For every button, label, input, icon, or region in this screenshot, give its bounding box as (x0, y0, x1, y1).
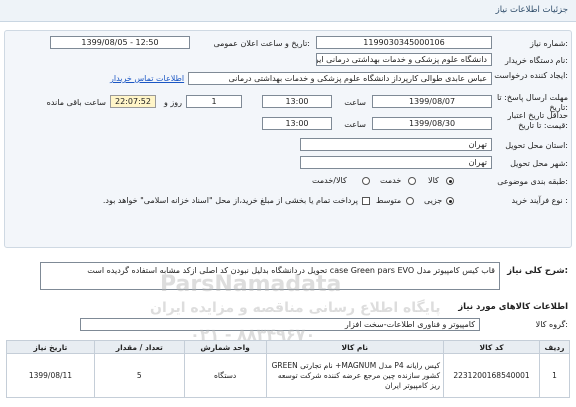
table-row[interactable]: 1 2231200168540001 کیس رایانه P4 مدل MAG… (6, 353, 570, 398)
process-minor-radio[interactable] (446, 197, 454, 205)
process-medium-radio[interactable] (406, 197, 414, 205)
category-both-label: کالا/خدمت (312, 176, 347, 185)
description-label: شرح کلی نیاز: (507, 266, 568, 276)
reply-time-label: ساعت (344, 98, 366, 107)
remaining-label: ساعت باقی مانده (46, 98, 106, 107)
reply-deadline-label: مهلت ارسال پاسخ: تا تاریخ: (496, 93, 568, 112)
need-number-field[interactable]: 1199030345000106 (316, 36, 492, 49)
creator-field[interactable]: عباس عابدی طوالی کارپرداز دانشگاه علوم پ… (188, 72, 492, 85)
city-field[interactable]: تهران (300, 156, 492, 169)
col-unit: واحد شمارش (183, 340, 267, 354)
announce-label: تاریخ و ساعت اعلان عمومی: (213, 39, 310, 48)
category-service-radio[interactable] (408, 177, 416, 185)
cell-qty: 5 (93, 353, 185, 398)
days-field[interactable]: 1 (186, 95, 242, 108)
buyer-label: نام دستگاه خریدار: (504, 56, 568, 65)
validity-time-field[interactable]: 13:00 (262, 117, 332, 130)
category-goods-label: کالا (428, 176, 439, 185)
process-medium-label: متوسط (376, 196, 402, 205)
days-label: روز و (164, 98, 182, 107)
treasury-payment-checkbox[interactable] (362, 197, 370, 205)
col-name: نام کالا (265, 340, 445, 354)
page-title: جزئیات اطلاعات نیاز (495, 5, 568, 15)
treasury-payment-note: پرداخت تمام یا بخشی از مبلغ خرید،از محل … (102, 196, 358, 205)
announce-field[interactable]: 1399/08/05 - 12:50 (50, 36, 190, 49)
need-number-label: شماره نیاز: (529, 39, 568, 48)
process-label: نوع فرآیند خرید : (511, 196, 568, 205)
contact-info-link[interactable]: اطلاعات تماس خریدار (110, 74, 184, 83)
validity-date-field[interactable]: 1399/08/30 (372, 117, 492, 130)
category-label: طبقه بندی موضوعی: (497, 177, 568, 186)
reply-date-field[interactable]: 1399/08/07 (372, 95, 492, 108)
cell-name: کیس رایانه P4 مدل MAGNUM+ نام تجارتی GRE… (265, 353, 445, 398)
category-service-label: خدمت (380, 176, 402, 185)
cell-date: 1399/08/11 (6, 353, 95, 398)
creator-label: ایجاد کننده درخواست: (494, 71, 568, 80)
city-label: شهر محل تحویل: (510, 159, 568, 168)
col-row: ردیف (539, 340, 570, 354)
province-field[interactable]: تهران (300, 138, 492, 151)
cell-code: 2231200168540001 (443, 353, 541, 398)
goods-table: ردیف کد کالا نام کالا واحد شمارش تعداد /… (6, 340, 570, 398)
description-box[interactable]: قاب کیس کامپیوتر مدل case Green pars EVO… (40, 262, 500, 290)
category-both-radio[interactable] (362, 177, 370, 185)
page-header: جزئیات اطلاعات نیاز (0, 0, 576, 22)
buyer-field[interactable]: دانشگاه علوم پزشکی و خدمات بهداشتی درمان… (316, 53, 492, 66)
goods-group-label: گروه کالا: (535, 320, 568, 329)
col-qty: تعداد / مقدار (93, 340, 185, 354)
process-minor-label: جزیی (424, 196, 443, 205)
validity-label: حداقل تاریخ اعتبار قیمت: تا تاریخ: (507, 111, 568, 130)
goods-group-field[interactable]: کامپیوتر و فناوری اطلاعات-سخت افزار (80, 318, 480, 331)
goods-section-title: اطلاعات کالاهای مورد نیاز (458, 302, 568, 312)
validity-time-label: ساعت (344, 120, 366, 129)
watermark-subtitle: پایگاه اطلاع رسانی مناقصه و مزایده ایران (150, 300, 441, 316)
province-label: استان محل تحویل: (505, 141, 568, 150)
cell-unit: دستگاه (183, 353, 267, 398)
cell-row: 1 (539, 353, 570, 398)
col-code: کد کالا (443, 340, 541, 354)
category-goods-radio[interactable] (446, 177, 454, 185)
remaining-time-box: 22:07:52 (110, 95, 156, 108)
col-date: تاریخ نیاز (6, 340, 95, 354)
reply-time-field[interactable]: 13:00 (262, 95, 332, 108)
